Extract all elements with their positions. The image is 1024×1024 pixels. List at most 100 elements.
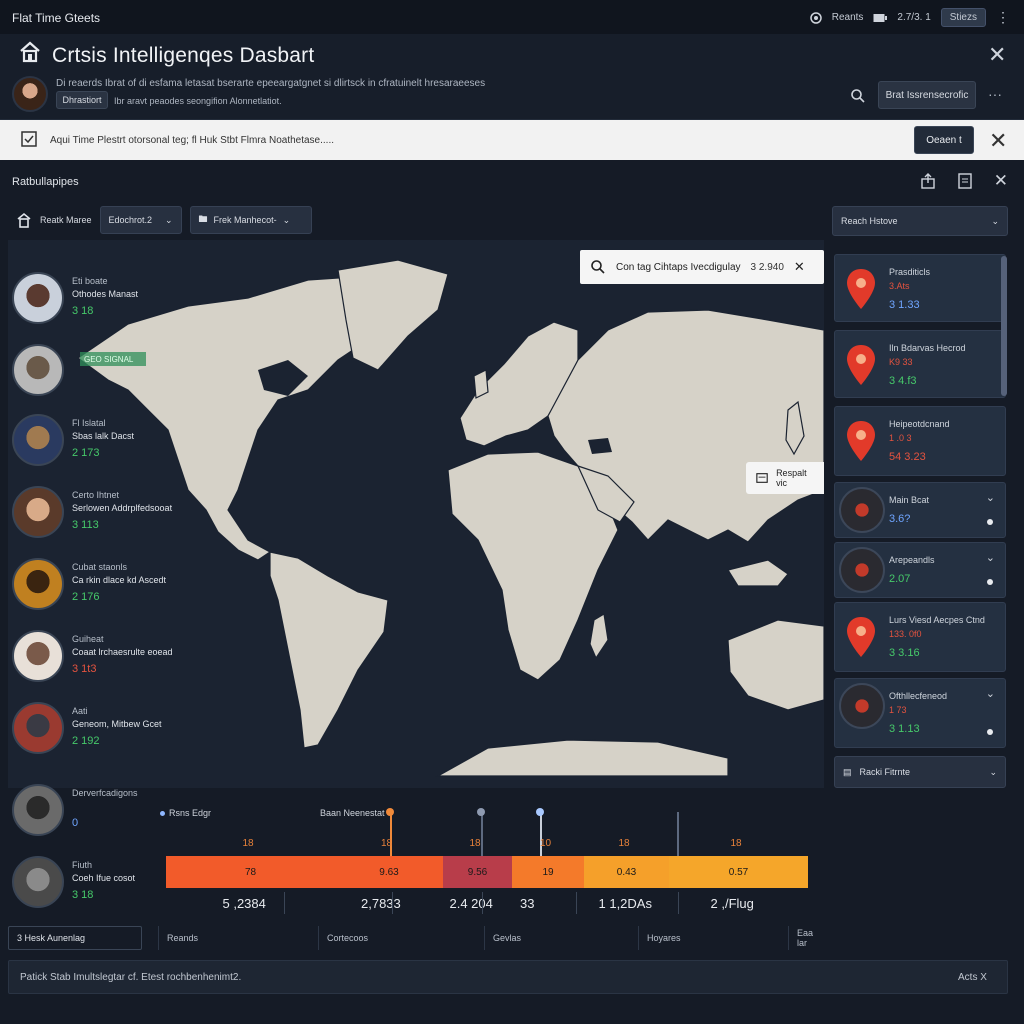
timeline-segment[interactable]: 19 bbox=[512, 856, 584, 888]
card-title: Prasditicls bbox=[889, 267, 931, 277]
role-badge[interactable]: Dhrastiort bbox=[56, 91, 108, 109]
card-value: 3.6? bbox=[889, 513, 911, 525]
timeline-label-mid: Baan Neenestat bbox=[320, 808, 385, 818]
avatar[interactable] bbox=[12, 76, 48, 112]
location-subtitle: Sbas lalk Dacst bbox=[72, 431, 135, 441]
location-title: Aati bbox=[72, 706, 88, 716]
timeline-segment-label: 19 bbox=[542, 866, 554, 878]
legend-item[interactable]: Reands bbox=[158, 926, 206, 950]
timeline-bar[interactable]: 78 9.63 9.56 19 0.43 0.57 bbox=[166, 856, 808, 888]
timeline-segment[interactable]: 0.43 bbox=[584, 856, 669, 888]
incident-card[interactable]: Heipeotdcnand 1 .0 3 54 3.23 bbox=[834, 406, 1006, 476]
card-title: Lurs Viesd Aecpes Ctnd bbox=[889, 615, 985, 625]
filter-label: Reatk Maree bbox=[40, 215, 92, 225]
reset-view-button[interactable]: Respalt vic bbox=[746, 462, 824, 494]
timeline-segment[interactable]: 0.57 bbox=[669, 856, 808, 888]
alert-open-button[interactable]: Oeaen t bbox=[914, 126, 974, 154]
location-title: Derverfcadigons bbox=[72, 788, 138, 798]
location-thumbnail bbox=[12, 486, 64, 538]
card-title: Main Bcat bbox=[889, 495, 930, 505]
timeline-segment-label: 9.56 bbox=[467, 866, 488, 878]
cards-scrollbar[interactable] bbox=[1001, 256, 1007, 396]
bottom-card-label: Racki Fitrnte bbox=[859, 767, 911, 777]
location-item[interactable]: Fiuth Coeh Ifue cosot 3 18 bbox=[12, 856, 182, 912]
incident-card[interactable]: Lurs Viesd Aecpes Ctnd 133. 0f0 3 3.16 bbox=[834, 602, 1006, 672]
timeline-top-label: 18 bbox=[730, 838, 742, 849]
timeline-marker-dot[interactable] bbox=[477, 808, 485, 816]
legend-item[interactable]: Gevlas bbox=[484, 926, 529, 950]
incident-card[interactable]: Prasditicls 3.Ats 3 1.33 bbox=[834, 254, 1006, 322]
incident-thumbnail bbox=[839, 683, 885, 729]
globe-icon[interactable] bbox=[809, 11, 822, 24]
card-subvalue: 1 .0 3 bbox=[889, 433, 912, 443]
timeline-marker-dot[interactable] bbox=[386, 808, 394, 816]
incident-card[interactable]: Main Bcat 3.6? ⌄ bbox=[834, 482, 1006, 538]
timeline-top-label: 18 bbox=[469, 838, 481, 849]
filter-dropdown-1[interactable]: Edochrot.2 ⌄ bbox=[99, 206, 182, 234]
location-thumbnail bbox=[12, 414, 64, 466]
map-search-popup[interactable]: Con tag Cihtaps Ivecdigulay 3 2.940 ✕ bbox=[580, 250, 824, 284]
legend-item[interactable]: Hoyares bbox=[638, 926, 689, 950]
timeline-marker-dot[interactable] bbox=[536, 808, 544, 816]
reset-label: Respalt vic bbox=[776, 468, 807, 488]
chevron-down-icon[interactable]: ⌄ bbox=[986, 551, 995, 564]
card-value: 2.07 bbox=[889, 573, 911, 585]
alert-close-icon[interactable]: ✕ bbox=[989, 130, 1007, 152]
status-dot bbox=[987, 579, 993, 585]
document-icon[interactable] bbox=[958, 172, 972, 189]
bottom-card[interactable]: ▤ Racki Fitrnte ⌄ bbox=[834, 756, 1006, 788]
timeline-segment[interactable]: 78 bbox=[166, 856, 335, 888]
timeline-segment[interactable]: 9.56 bbox=[443, 856, 512, 888]
location-thumbnail bbox=[12, 856, 64, 908]
location-item[interactable]: Aati Geneom, Mitbew Gcet 2 192 bbox=[12, 702, 182, 758]
location-item[interactable]: Fl Islatal Sbas lalk Dacst 2 173 bbox=[12, 414, 182, 470]
reports-label[interactable]: Reants bbox=[832, 12, 864, 23]
legend-item[interactable]: Eaa lar bbox=[788, 926, 824, 950]
card-subvalue: 3.Ats bbox=[889, 281, 910, 291]
page-title: Crtsis Intelligenqes Dasbart bbox=[52, 44, 315, 67]
card-subvalue: 133. 0f0 bbox=[889, 629, 922, 639]
share-icon[interactable] bbox=[920, 172, 936, 189]
panel-close-icon[interactable]: ✕ bbox=[994, 172, 1008, 189]
location-title: Guiheat bbox=[72, 634, 104, 644]
filter-dropdown-2[interactable]: 🖿 Frek Manhecot- ⌄ bbox=[189, 206, 312, 234]
timeline-segment[interactable]: 9.63 bbox=[335, 856, 443, 888]
more-horizontal-icon[interactable]: ··· bbox=[988, 86, 1002, 102]
location-value: 3 18 bbox=[72, 305, 94, 317]
map-pin-icon bbox=[847, 345, 875, 385]
timeline-label-left-wrap: Rsns Edgr bbox=[160, 808, 211, 818]
incident-card[interactable]: Ofthllecfeneod 1 73 3 1.13 ⌄ bbox=[834, 678, 1006, 748]
more-vertical-icon[interactable]: ⋮ bbox=[996, 9, 1010, 26]
right-dropdown[interactable]: Reach Hstove ⌄ bbox=[832, 206, 1008, 236]
search-icon[interactable] bbox=[850, 88, 866, 104]
incident-thumbnail bbox=[839, 487, 885, 533]
header-action-button[interactable]: Brat Issrensecrofic bbox=[878, 81, 976, 109]
location-item[interactable]: Derverfcadigons 0 bbox=[12, 784, 182, 840]
location-subtitle: Coaat lrchaesrulte eoead bbox=[72, 647, 173, 657]
location-value: 3 1t3 bbox=[72, 663, 97, 675]
chevron-down-icon[interactable]: ⌄ bbox=[986, 687, 995, 700]
location-item[interactable]: Cubat staonls Ca rkin dlace kd Ascedt 2 17… bbox=[12, 558, 182, 614]
location-item[interactable]: Guiheat Coaat lrchaesrulte eoead 3 1t3 bbox=[12, 630, 182, 686]
timeline-label-left: Rsns Edgr bbox=[169, 808, 212, 818]
location-title: Certo Ihtnet bbox=[72, 490, 120, 500]
card-value: 3 3.16 bbox=[889, 647, 920, 659]
status-badge[interactable]: Stiezs bbox=[940, 8, 986, 27]
legend-item[interactable]: 3 Hesk Aunenlag bbox=[8, 926, 142, 950]
popup-close-icon[interactable]: ✕ bbox=[794, 259, 805, 275]
chevron-down-icon[interactable]: ⌄ bbox=[986, 491, 995, 504]
clipboard-check-icon bbox=[20, 130, 38, 148]
app-title: Flat Time Gteets bbox=[12, 11, 101, 25]
timeline-segment-label: 0.43 bbox=[616, 866, 637, 878]
legend-item[interactable]: Cortecoos bbox=[318, 926, 376, 950]
location-item[interactable] bbox=[12, 344, 182, 400]
incident-card[interactable]: Arepeandls 2.07 ⌄ bbox=[834, 542, 1006, 598]
location-item[interactable]: Eti boate Othodes Manast 3 18 bbox=[12, 272, 182, 328]
close-icon[interactable]: ✕ bbox=[988, 44, 1006, 66]
header-description: Di reaerds Ibrat of di esfama letasat bs… bbox=[56, 78, 486, 89]
status-right[interactable]: Acts X bbox=[958, 972, 987, 983]
incident-card[interactable]: Iln Bdarvas Hecrod K9 33 3 4.f3 bbox=[834, 330, 1006, 398]
timeline-divider bbox=[678, 892, 679, 914]
home-icon[interactable] bbox=[18, 40, 42, 64]
location-item[interactable]: Certo Ihtnet Serlowen Addrplfedsooat 3 113 bbox=[12, 486, 182, 542]
